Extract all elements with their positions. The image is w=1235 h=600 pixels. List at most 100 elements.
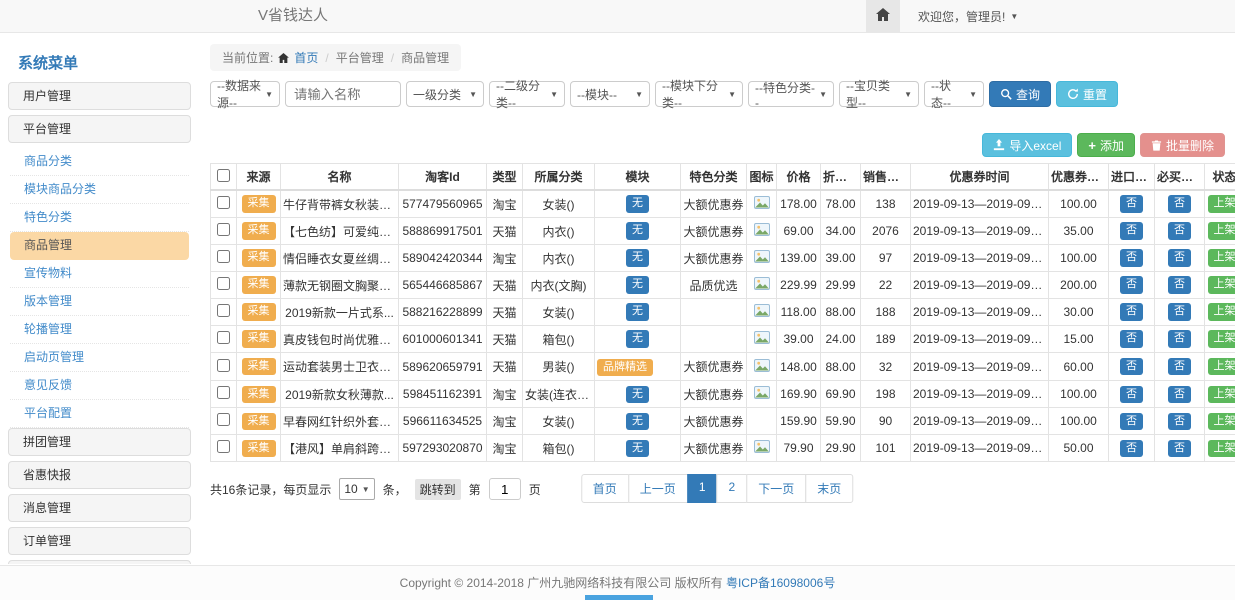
- import-select-toggle[interactable]: 否: [1120, 276, 1143, 293]
- page-button-1[interactable]: 上一页: [628, 474, 688, 503]
- status-badge[interactable]: 上架: [1208, 249, 1235, 266]
- status-badge[interactable]: 上架: [1208, 413, 1235, 430]
- must-buy-toggle[interactable]: 否: [1168, 249, 1191, 266]
- page-button-2[interactable]: 1: [687, 474, 718, 503]
- must-buy-toggle[interactable]: 否: [1168, 386, 1191, 403]
- sidebar-item-1[interactable]: 平台管理: [8, 115, 191, 143]
- breadcrumb-label: 当前位置:: [222, 49, 273, 66]
- sidebar-item-3[interactable]: 模块商品分类: [10, 176, 189, 204]
- module-badge[interactable]: 品牌精选: [597, 359, 653, 376]
- must-buy-toggle[interactable]: 否: [1168, 222, 1191, 239]
- sidebar-item-13[interactable]: 省惠快报: [8, 461, 191, 489]
- import-select-toggle[interactable]: 否: [1120, 413, 1143, 430]
- module-badge[interactable]: 无: [626, 303, 649, 320]
- status-badge[interactable]: 上架: [1208, 195, 1235, 212]
- status-badge[interactable]: 上架: [1208, 440, 1235, 457]
- import-select-toggle[interactable]: 否: [1120, 440, 1143, 457]
- page-number-input[interactable]: [489, 478, 521, 500]
- must-buy-toggle[interactable]: 否: [1168, 330, 1191, 347]
- row-checkbox[interactable]: [217, 386, 230, 399]
- filter-select-7[interactable]: --宝贝类型--▼: [839, 81, 919, 107]
- query-button[interactable]: 查询: [989, 81, 1051, 107]
- sidebar-item-9[interactable]: 启动页管理: [10, 344, 189, 372]
- jump-suffix: 页: [529, 481, 541, 498]
- filter-select-2[interactable]: 一级分类▼: [406, 81, 484, 107]
- status-badge[interactable]: 上架: [1208, 386, 1235, 403]
- import-select-toggle[interactable]: 否: [1120, 303, 1143, 320]
- per-page-select[interactable]: 10 ▼: [339, 478, 374, 500]
- import-select-toggle[interactable]: 否: [1120, 195, 1143, 212]
- row-checkbox[interactable]: [217, 331, 230, 344]
- module-badge[interactable]: 无: [626, 330, 649, 347]
- sidebar-item-2[interactable]: 商品分类: [10, 148, 189, 176]
- reset-button[interactable]: 重置: [1056, 81, 1118, 107]
- filter-select-4[interactable]: --模块--▼: [570, 81, 650, 107]
- user-menu[interactable]: 欢迎您，管理员! ▼: [918, 8, 1018, 25]
- sidebar-item-5[interactable]: 商品管理: [10, 232, 189, 260]
- page-button-4[interactable]: 下一页: [746, 474, 806, 503]
- filter-select-8[interactable]: --状态--▼: [924, 81, 984, 107]
- must-buy-toggle[interactable]: 否: [1168, 276, 1191, 293]
- status-badge[interactable]: 上架: [1208, 222, 1235, 239]
- table-body: 采集牛仔背带裤女秋装减龄...577479560965淘宝女装()无大额优惠券1…: [211, 190, 1235, 462]
- search-name-input[interactable]: [285, 81, 401, 107]
- sidebar-item-8[interactable]: 轮播管理: [10, 316, 189, 344]
- sidebar-item-0[interactable]: 用户管理: [8, 82, 191, 110]
- module-badge[interactable]: 无: [626, 195, 649, 212]
- filter-select-5[interactable]: --模块下分类--▼: [655, 81, 743, 107]
- must-buy-toggle[interactable]: 否: [1168, 303, 1191, 320]
- batch-delete-button[interactable]: 批量删除: [1140, 133, 1225, 157]
- row-checkbox[interactable]: [217, 440, 230, 453]
- home-button[interactable]: [866, 0, 900, 32]
- module-badge[interactable]: 无: [626, 222, 649, 239]
- row-checkbox[interactable]: [217, 223, 230, 236]
- sidebar-item-16[interactable]: 兑换管理: [8, 560, 191, 564]
- import-select-toggle[interactable]: 否: [1120, 249, 1143, 266]
- module-badge[interactable]: 无: [626, 386, 649, 403]
- page-button-0[interactable]: 首页: [581, 474, 629, 503]
- import-excel-button[interactable]: 导入excel: [982, 133, 1072, 157]
- column-header: 类型: [487, 164, 523, 191]
- row-checkbox[interactable]: [217, 413, 230, 426]
- module-badge[interactable]: 无: [626, 249, 649, 266]
- status-badge[interactable]: 上架: [1208, 276, 1235, 293]
- sidebar-item-10[interactable]: 意见反馈: [10, 372, 189, 400]
- icp-link[interactable]: 粤ICP备16098006号: [726, 576, 835, 590]
- status-badge[interactable]: 上架: [1208, 330, 1235, 347]
- status-badge[interactable]: 上架: [1208, 303, 1235, 320]
- row-checkbox[interactable]: [217, 304, 230, 317]
- import-select-toggle[interactable]: 否: [1120, 386, 1143, 403]
- row-checkbox[interactable]: [217, 196, 230, 209]
- module-badge[interactable]: 无: [626, 440, 649, 457]
- select-all-checkbox[interactable]: [217, 169, 230, 182]
- status-badge[interactable]: 上架: [1208, 358, 1235, 375]
- import-select-toggle[interactable]: 否: [1120, 358, 1143, 375]
- row-checkbox[interactable]: [217, 359, 230, 372]
- module-badge[interactable]: 无: [626, 413, 649, 430]
- import-select-toggle[interactable]: 否: [1120, 330, 1143, 347]
- must-buy-toggle[interactable]: 否: [1168, 195, 1191, 212]
- row-checkbox[interactable]: [217, 250, 230, 263]
- breadcrumb-home-link[interactable]: 首页: [294, 49, 318, 66]
- sidebar-item-11[interactable]: 平台配置: [10, 400, 189, 428]
- sidebar-item-15[interactable]: 订单管理: [8, 527, 191, 555]
- row-checkbox[interactable]: [217, 277, 230, 290]
- page-button-5[interactable]: 末页: [805, 474, 853, 503]
- filter-select-0[interactable]: --数据来源--▼: [210, 81, 280, 107]
- must-buy-toggle[interactable]: 否: [1168, 358, 1191, 375]
- sidebar-item-7[interactable]: 版本管理: [10, 288, 189, 316]
- page-button-3[interactable]: 2: [717, 474, 748, 503]
- add-button[interactable]: + 添加: [1077, 133, 1135, 157]
- sidebar-item-4[interactable]: 特色分类: [10, 204, 189, 232]
- filter-select-6[interactable]: --特色分类--▼: [748, 81, 834, 107]
- must-buy-toggle[interactable]: 否: [1168, 413, 1191, 430]
- table-row: 采集2019新款女秋薄款...598451162391淘宝女装(连衣裙)无大额优…: [211, 381, 1235, 408]
- sidebar-item-6[interactable]: 宣传物料: [10, 260, 189, 288]
- jump-button[interactable]: 跳转到: [415, 479, 461, 500]
- filter-select-3[interactable]: --二级分类--▼: [489, 81, 565, 107]
- sidebar-item-14[interactable]: 消息管理: [8, 494, 191, 522]
- module-badge[interactable]: 无: [626, 276, 649, 293]
- import-select-toggle[interactable]: 否: [1120, 222, 1143, 239]
- must-buy-toggle[interactable]: 否: [1168, 440, 1191, 457]
- sidebar-item-12[interactable]: 拼团管理: [8, 428, 191, 456]
